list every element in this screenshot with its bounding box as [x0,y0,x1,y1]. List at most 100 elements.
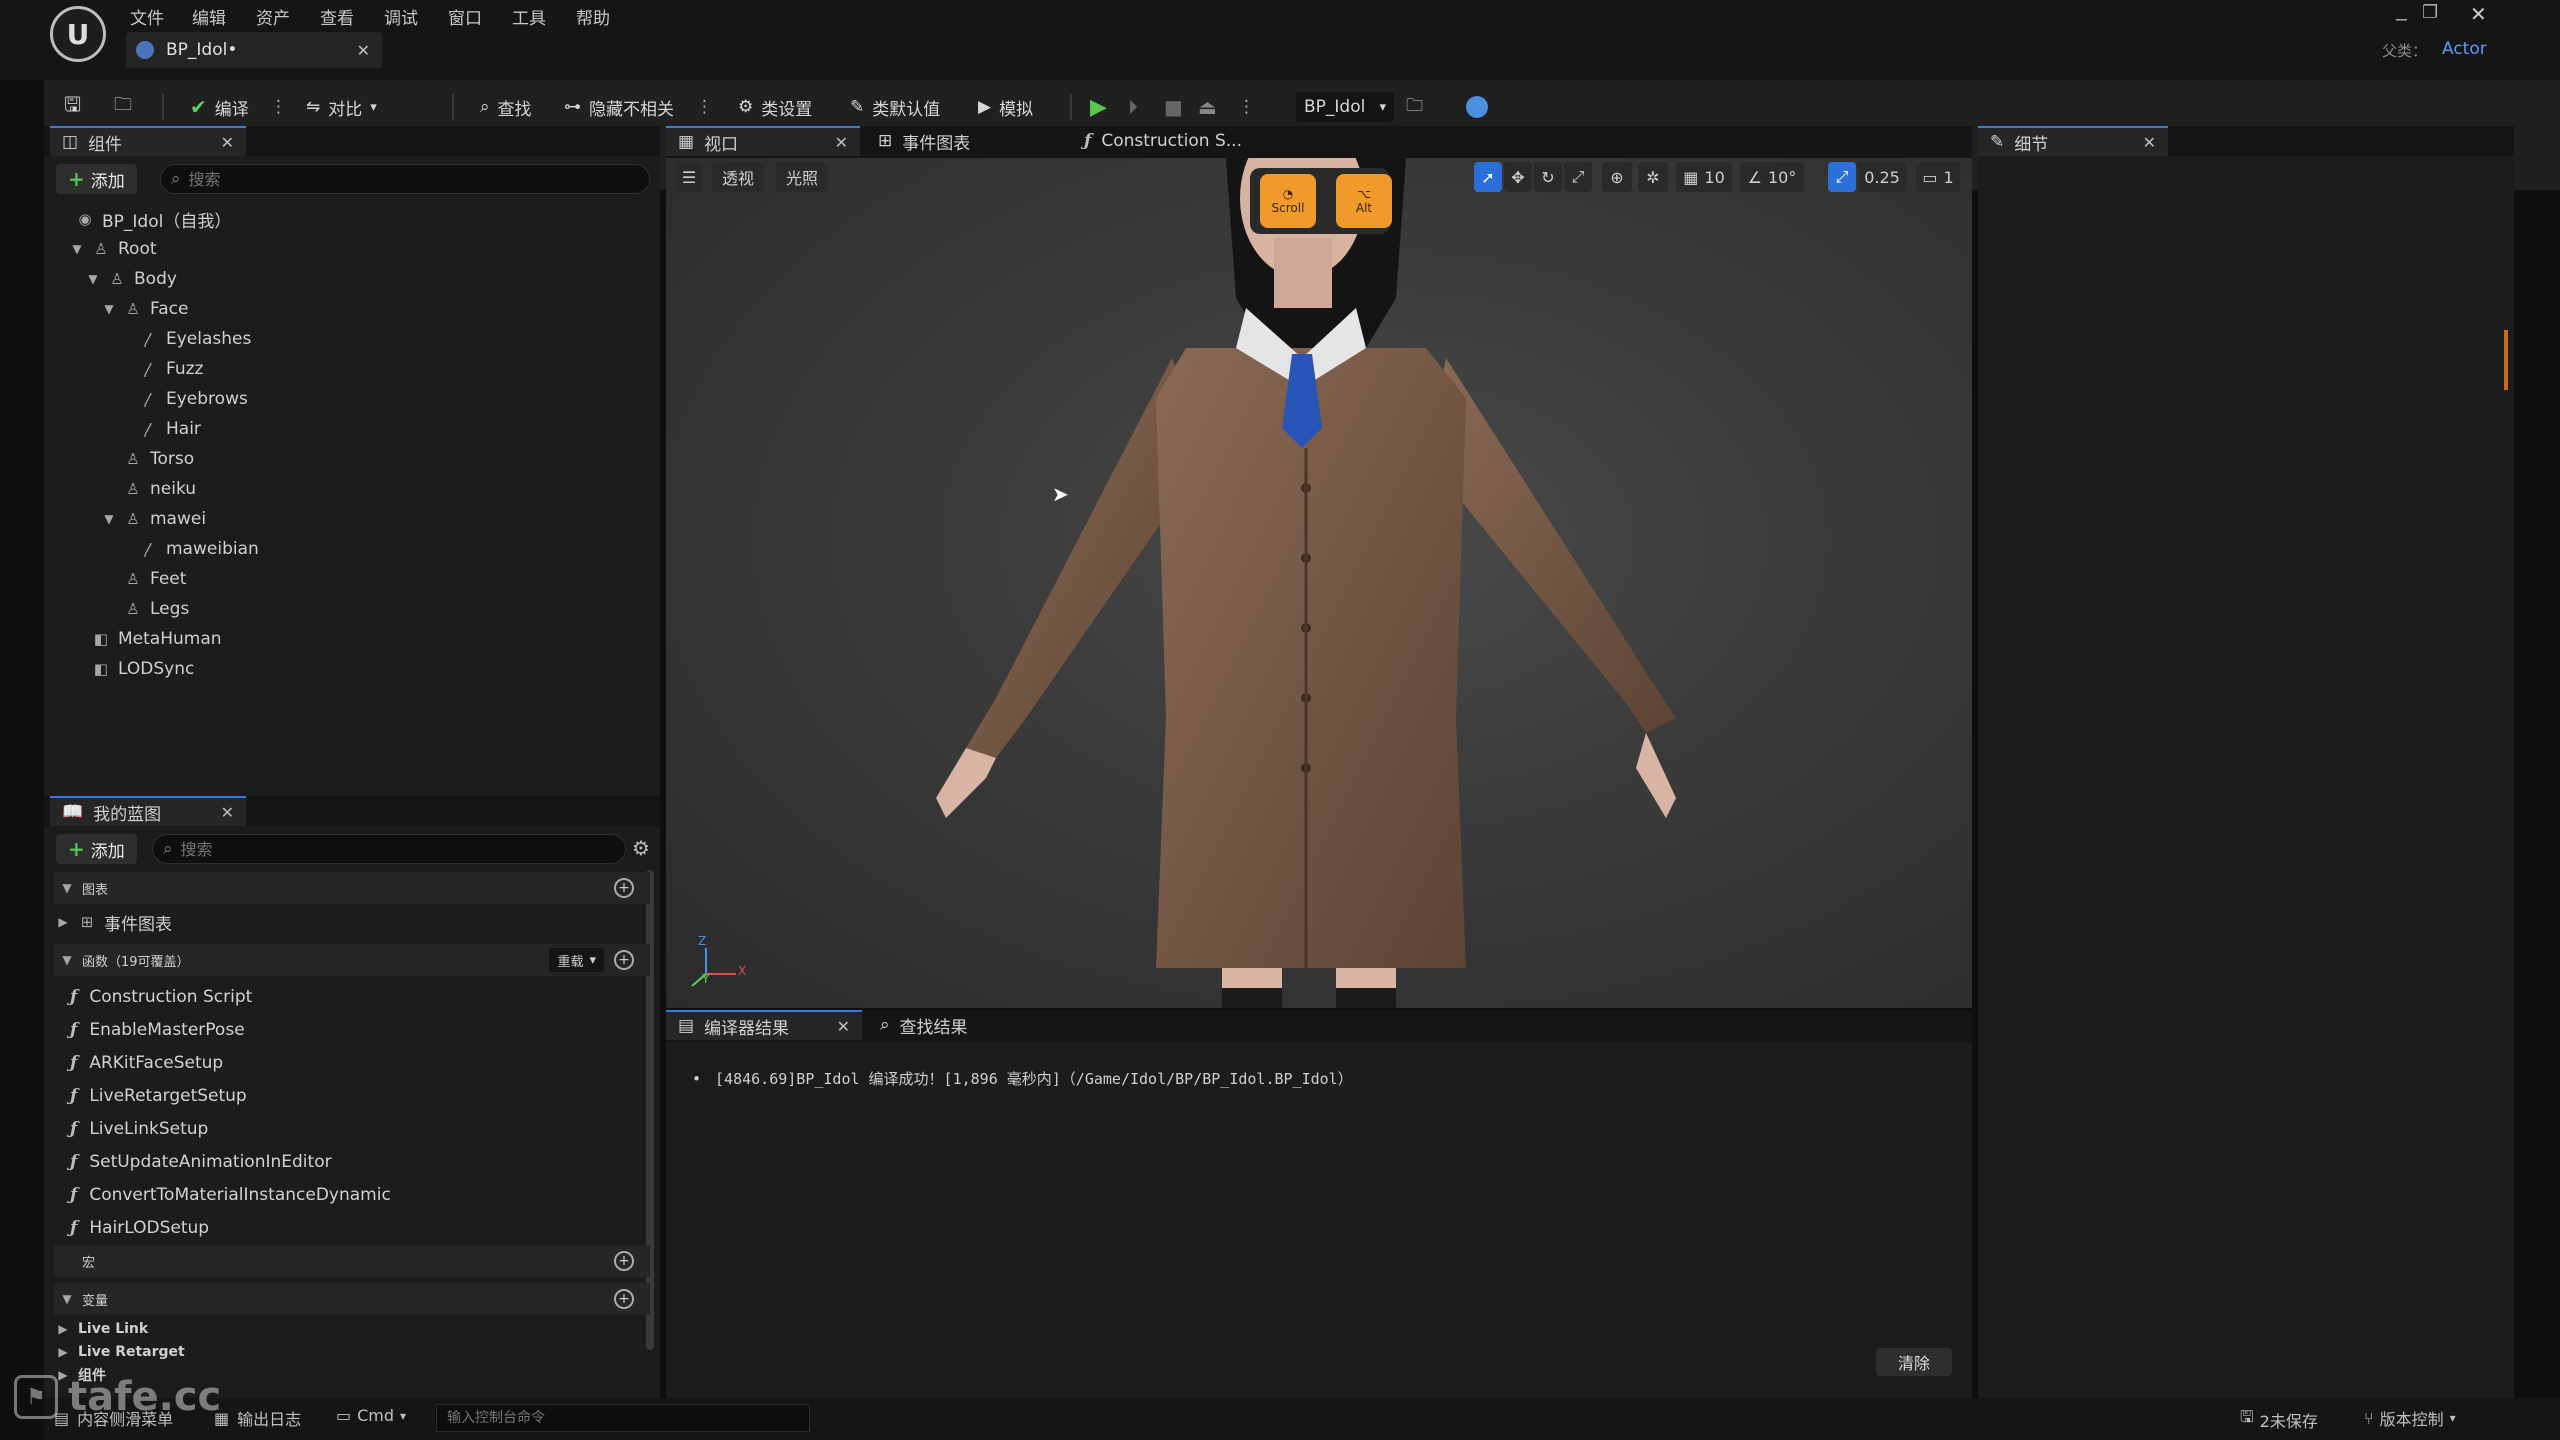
details-scroll-indicator[interactable] [2504,330,2508,390]
menu-asset[interactable]: 资产 [256,4,290,29]
unreal-logo-icon[interactable]: U [50,6,106,62]
compile-button[interactable]: ✔ 编译 [190,92,249,122]
component-item[interactable]: 〳 maweibian [118,534,258,564]
function-item[interactable]: ƒ Construction Script [70,982,252,1012]
perspective-button[interactable]: 透视 [712,162,764,192]
add-graph-icon[interactable]: + [614,878,634,898]
expand-arrow-icon[interactable]: ▼ [102,302,116,316]
blueprint-search[interactable]: ⌕ [152,834,626,864]
component-item[interactable]: ▼ ♙ Body [86,264,177,294]
tab-find-results[interactable]: ⌕ 查找结果 [868,1010,1028,1040]
component-item[interactable]: ♙ Torso [102,444,194,474]
components-search-input[interactable] [188,169,619,189]
component-item[interactable]: ♙ Legs [102,594,189,624]
function-item[interactable]: ƒ HairLODSetup [70,1213,209,1243]
macros-category[interactable]: 宏 + [54,1245,650,1277]
menu-help[interactable]: 帮助 [576,4,610,29]
lit-button[interactable]: 光照 [776,162,828,192]
components-search[interactable]: ⌕ [160,164,650,194]
class-settings-button[interactable]: ⚙ 类设置 [738,92,812,122]
save-button[interactable]: 🖫 [64,92,81,122]
unsaved-button[interactable]: 🖫 2未保存 [2240,1406,2318,1433]
component-item[interactable]: ◧ MetaHuman [70,624,222,654]
tab-components[interactable]: ◫ 组件 ✕ [50,126,246,156]
override-dropdown[interactable]: 重载 ▾ [549,948,604,972]
close-icon[interactable]: ✕ [221,803,234,822]
cmd-dropdown[interactable]: ▭ Cmd ▾ [336,1406,406,1425]
parent-class-link[interactable]: Actor [2442,39,2487,59]
menu-debug[interactable]: 调试 [384,4,418,29]
graphs-category[interactable]: ▼ 图表 + [54,872,650,904]
add-macro-icon[interactable]: + [614,1251,634,1271]
menu-window[interactable]: 窗口 [448,4,482,29]
world-local-button[interactable]: ⊕ [1602,162,1632,192]
camera-speed-button[interactable]: ▭ 1 [1916,162,1960,192]
add-variable-icon[interactable]: + [614,1289,634,1309]
clear-button[interactable]: 清除 [1876,1348,1952,1376]
functions-category[interactable]: ▼ 函数（19可覆盖） 重载 ▾ + [54,944,650,976]
hide-options-button[interactable]: ⋮ [696,92,713,122]
close-tab-icon[interactable]: ✕ [357,41,370,60]
function-item[interactable]: ƒ ConvertToMaterialInstanceDynamic [70,1180,391,1210]
blueprint-scrollbar[interactable] [646,870,654,1350]
expand-arrow-icon[interactable]: ▼ [70,242,84,256]
grid-snap-button[interactable]: ▦ 10 [1676,162,1732,192]
variables-category[interactable]: ▼ 变量 + [54,1283,650,1315]
component-item[interactable]: ◉ BP_Idol（自我） [54,204,231,234]
console-input-wrap[interactable] [436,1404,810,1432]
compile-options-button[interactable]: ⋮ [270,92,287,122]
source-control-button[interactable]: ⑂ 版本控制 ▾ [2364,1406,2456,1430]
play-options-button[interactable]: ⋮ [1238,92,1255,122]
function-item[interactable]: ƒ EnableMasterPose [70,1015,245,1045]
add-function-icon[interactable]: + [614,950,634,970]
step-button[interactable]: ⏵ [1128,92,1138,122]
function-item[interactable]: ƒ SetUpdateAnimationInEditor [70,1147,332,1177]
stop-button[interactable]: ■ [1164,92,1183,122]
component-item[interactable]: ♙ neiku [102,474,196,504]
world-button[interactable] [1466,92,1488,122]
function-item[interactable]: ƒ LiveRetargetSetup [70,1081,247,1111]
add-component-button[interactable]: + 添加 [56,164,137,194]
close-icon[interactable]: ✕ [835,133,848,152]
surface-snap-button[interactable]: ✲ [1638,162,1668,192]
menu-file[interactable]: 文件 [130,4,164,29]
class-defaults-button[interactable]: ✎ 类默认值 [850,92,940,122]
close-icon[interactable]: ✕ [837,1017,850,1036]
component-item[interactable]: 〳 Eyebrows [118,384,247,414]
component-item[interactable]: ▼ ♙ mawei [102,504,206,534]
tab-compiler-results[interactable]: ▤ 编译器结果 ✕ [666,1010,862,1040]
component-item[interactable]: ◧ LODSync [70,654,194,684]
browse-button[interactable]: 🗀 [114,92,132,122]
diff-button[interactable]: ⇋ 对比 ▾ [306,92,377,122]
component-item[interactable]: 〳 Eyelashes [118,324,251,354]
component-item[interactable]: 〳 Fuzz [118,354,203,384]
function-item[interactable]: ƒ LiveLinkSetup [70,1114,208,1144]
expand-arrow-icon[interactable]: ▼ [86,272,100,286]
scale-snap-toggle[interactable]: ⤢ [1828,162,1856,192]
settings-gear-icon[interactable]: ⚙ [632,836,650,860]
menu-tools[interactable]: 工具 [512,4,546,29]
close-window-icon[interactable]: ✕ [2470,2,2487,26]
tab-details[interactable]: ✎ 细节 ✕ [1978,126,2168,156]
rotation-snap-button[interactable]: ∠ 10° [1740,162,1804,192]
select-mode-button[interactable]: ➚ [1474,162,1502,192]
menu-view[interactable]: 查看 [320,4,354,29]
component-item[interactable]: 〳 Hair [118,414,200,444]
document-tab[interactable]: BP_Idol• ✕ [126,32,382,68]
rotate-mode-button[interactable]: ↻ [1534,162,1562,192]
simulate-button[interactable]: ▶ 模拟 [978,92,1033,122]
tab-viewport[interactable]: ▦ 视口 ✕ [666,126,860,156]
viewport-3d[interactable]: Z Y X ◔ Scroll ⌥ Alt [666,158,1972,1008]
scale-mode-button[interactable]: ⤢ [1564,162,1592,192]
play-button[interactable]: ▶ [1090,92,1107,122]
find-button[interactable]: ⌕ 查找 [480,92,532,122]
debug-object-dropdown[interactable]: BP_Idol ▾ [1296,92,1394,122]
hide-unrelated-button[interactable]: ⊶ 隐藏不相关 [564,92,674,122]
restore-icon[interactable]: ❐ [2422,2,2438,23]
tab-event-graph[interactable]: ⊞ 事件图表 [866,126,1066,156]
add-blueprint-item-button[interactable]: + 添加 [56,834,137,864]
eject-button[interactable]: ⏏ [1198,92,1217,122]
close-icon[interactable]: ✕ [221,133,234,152]
output-log-button[interactable]: ▦ 输出日志 [214,1406,301,1430]
tab-my-blueprint[interactable]: 📖 我的蓝图 ✕ [50,796,246,826]
